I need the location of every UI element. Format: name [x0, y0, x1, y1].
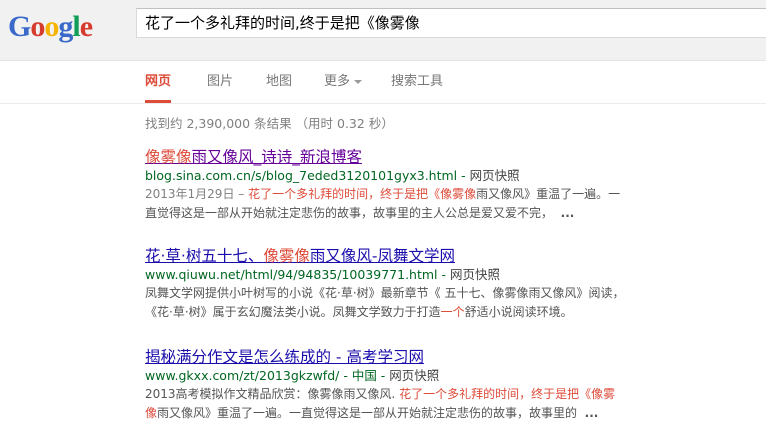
- tab-images[interactable]: 图片: [207, 61, 233, 103]
- snippet-date: 2013年1月29日 –: [145, 187, 245, 201]
- snippet-highlight: 花了一个多礼拜的时间，终于是把《像雾像: [248, 187, 477, 201]
- snippet-text: 2013高考模拟作文精品欣赏：像雾像雨又像风.: [145, 387, 400, 401]
- result-url: blog.sina.com.cn/s/blog_7eded3120101gyx3…: [145, 168, 520, 183]
- snippet-text: 凤舞文学网提供小叶树写的小说《花·草·树》最新章节《 五十七、像雾像雨又像风》阅…: [145, 286, 625, 300]
- logo-letter: g: [58, 10, 73, 43]
- tab-label: 网页: [145, 74, 172, 89]
- google-logo[interactable]: Google: [8, 10, 93, 44]
- title-highlight: 像雾像: [145, 148, 192, 166]
- tab-label: 地图: [266, 74, 293, 89]
- logo-letter: l: [72, 10, 80, 43]
- tab-search-tools[interactable]: 搜索工具: [391, 61, 443, 103]
- header-bar: Google 花了一个多礼拜的时间,终于是把《像雾像: [0, 0, 766, 61]
- tab-maps[interactable]: 地图: [266, 61, 292, 103]
- cache-link[interactable]: 网页快照: [450, 267, 500, 282]
- cache-link[interactable]: 网页快照: [470, 168, 520, 183]
- result-snippet: 2013年1月29日 – 花了一个多礼拜的时间，终于是把《像雾像雨又像风》重温了…: [145, 185, 765, 223]
- logo-letter: e: [79, 10, 93, 43]
- result-url: www.gkxx.com/zt/2013gkzwfd/ - 中国 - 网页快照: [145, 368, 440, 383]
- result-snippet: 凤舞文学网提供小叶树写的小说《花·草·树》最新章节《 五十七、像雾像雨又像风》阅…: [145, 284, 765, 322]
- result-title-link[interactable]: 花·草·树五十七、像雾像雨又像风-凤舞文学网: [145, 246, 765, 266]
- tab-more[interactable]: 更多: [324, 61, 363, 103]
- snippet-highlight: 花了一个多礼拜的时间，终于是把《像雾: [399, 387, 616, 401]
- search-result: 像雾像雨又像风_诗诗_新浪博客 blog.sina.com.cn/s/blog_…: [145, 147, 765, 223]
- title-text: 花·草·树五十七、: [145, 247, 264, 265]
- search-result: 花·草·树五十七、像雾像雨又像风-凤舞文学网 www.qiuwu.net/htm…: [145, 246, 765, 322]
- cache-link[interactable]: 网页快照: [389, 368, 439, 383]
- snippet-highlight: 一个: [440, 305, 465, 319]
- snippet-highlight: 像: [145, 406, 158, 420]
- search-tabs: 网页 图片 地图 更多 搜索工具: [0, 61, 766, 104]
- title-text: 揭秘满分作文是怎么练成的 - 高考学习网: [145, 348, 424, 366]
- snippet-text: 《花·草·树》属于玄幻魔法类小说。凤舞文学致力于打造: [145, 305, 441, 319]
- search-result: 揭秘满分作文是怎么练成的 - 高考学习网 www.gkxx.com/zt/201…: [145, 347, 765, 423]
- url-text: www.gkxx.com/zt/2013gkzwfd/: [145, 368, 340, 383]
- logo-letter: o: [30, 10, 45, 43]
- snippet-text: 直觉得这是一部从开始就注定悲伤的故事，故事里的主人公总是爱又爱不完，: [145, 206, 554, 220]
- url-text: www.qiuwu.net/html/94/94835/10039771.htm…: [145, 267, 438, 282]
- tab-web[interactable]: 网页: [145, 61, 172, 103]
- snippet-text: 舒适小说阅读环境。: [464, 305, 573, 319]
- logo-letter: o: [44, 10, 59, 43]
- result-title-link[interactable]: 揭秘满分作文是怎么练成的 - 高考学习网: [145, 347, 765, 367]
- tab-label: 图片: [207, 74, 234, 89]
- title-highlight: 像雾像: [263, 247, 310, 265]
- url-region: 中国: [351, 368, 377, 383]
- snippet-text: 雨又像风》重温了一遍。一: [476, 187, 621, 201]
- result-url: www.qiuwu.net/html/94/94835/10039771.htm…: [145, 267, 501, 282]
- result-stats: 找到约 2,390,000 条结果 （用时 0.32 秒）: [145, 116, 394, 131]
- result-title-link[interactable]: 像雾像雨又像风_诗诗_新浪博客: [145, 147, 765, 167]
- title-text: 雨又像风_诗诗_新浪博客: [191, 148, 363, 166]
- url-text: blog.sina.com.cn/s/blog_7eded3120101gyx3…: [145, 168, 458, 183]
- snippet-ellipsis: ...: [584, 406, 599, 420]
- tab-label: 更多: [324, 74, 351, 89]
- snippet-text: 雨又像风》重温了一遍。一直觉得这是一部从开始就注定悲伤的故事，故事里的: [157, 406, 578, 420]
- search-input[interactable]: 花了一个多礼拜的时间,终于是把《像雾像: [136, 8, 766, 38]
- title-text: 雨又像风-凤舞文学网: [309, 247, 455, 265]
- logo-letter: G: [8, 10, 31, 43]
- result-snippet: 2013高考模拟作文精品欣赏：像雾像雨又像风. 花了一个多礼拜的时间，终于是把《…: [145, 385, 765, 423]
- caret-down-icon: [354, 79, 363, 84]
- tab-label: 搜索工具: [391, 74, 444, 89]
- snippet-ellipsis: ...: [560, 206, 575, 220]
